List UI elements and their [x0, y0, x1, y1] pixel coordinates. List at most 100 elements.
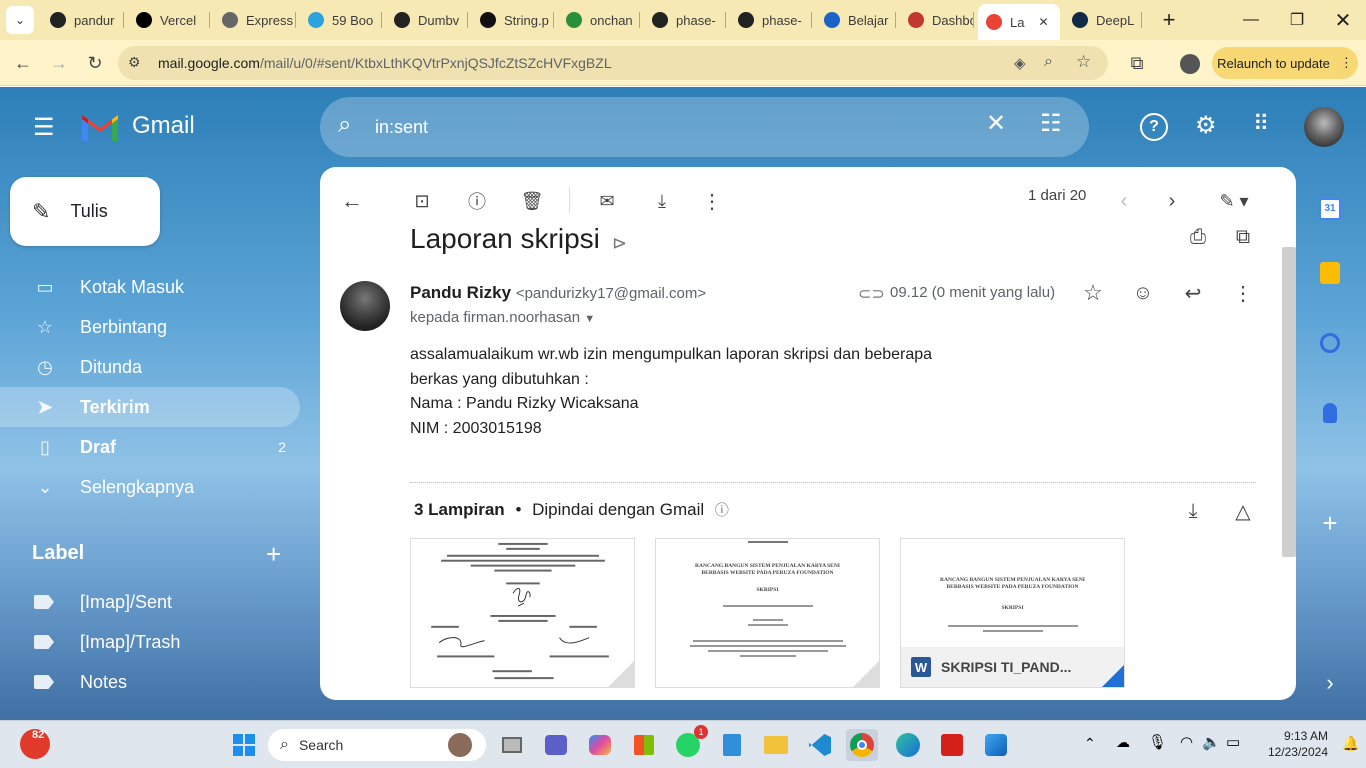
- scrollbar[interactable]: [1282, 247, 1296, 557]
- browser-tab-13[interactable]: DeepL: [1064, 4, 1142, 36]
- forward-icon[interactable]: →: [44, 48, 74, 78]
- search-bar[interactable]: ⌕ in:sent ✕ ☷: [320, 97, 1089, 157]
- chrome-icon[interactable]: [846, 729, 878, 761]
- compose-button[interactable]: ✎ Tulis: [10, 177, 160, 246]
- sender-name[interactable]: Pandu Rizky: [410, 283, 511, 302]
- input-tools-icon[interactable]: ✎ ▾: [1204, 183, 1264, 219]
- info-icon[interactable]: ⓘ: [715, 502, 729, 518]
- address-bar[interactable]: ⚙ mail.google.com/mail/u/0/#sent/KtbxLth…: [118, 46, 1108, 80]
- sender-avatar[interactable]: [340, 281, 390, 331]
- task-view-icon[interactable]: [496, 729, 528, 761]
- windows-start-icon[interactable]: [228, 729, 260, 761]
- notepad-icon[interactable]: [716, 729, 748, 761]
- clock[interactable]: 9:13 AM 12/23/2024: [1258, 728, 1328, 760]
- battery-icon[interactable]: ▭: [1226, 733, 1240, 751]
- vscode-icon[interactable]: [804, 729, 836, 761]
- photos-icon[interactable]: [980, 729, 1012, 761]
- emoji-reaction-icon[interactable]: ☺: [1125, 275, 1161, 311]
- add-label-button[interactable]: +: [266, 539, 281, 570]
- copilot-icon[interactable]: [584, 729, 616, 761]
- reload-icon[interactable]: ↻: [80, 48, 110, 78]
- delete-icon[interactable]: 🗑: [514, 183, 550, 219]
- acrobat-icon[interactable]: [936, 729, 968, 761]
- zoom-icon[interactable]: ⌕: [1044, 53, 1053, 71]
- newer-icon[interactable]: ‹: [1106, 183, 1142, 219]
- browser-tab-2[interactable]: Vercel: [128, 4, 210, 36]
- extensions-icon[interactable]: ⧉: [1122, 48, 1152, 78]
- save-to-drive-icon[interactable]: △: [1225, 493, 1261, 529]
- browser-tab-11[interactable]: Dashbo: [900, 4, 974, 36]
- browser-tab-1[interactable]: pandur: [42, 4, 124, 36]
- nav-item-4[interactable]: ➤ Terkirim: [0, 387, 300, 427]
- older-icon[interactable]: ›: [1154, 183, 1190, 219]
- back-to-list-icon[interactable]: ←: [334, 183, 370, 219]
- close-window-button[interactable]: ✕: [1320, 0, 1366, 40]
- minimize-button[interactable]: —: [1228, 0, 1274, 40]
- search-options-icon[interactable]: ☷: [1040, 109, 1062, 138]
- taskbar-search[interactable]: ⌕ Search: [268, 729, 486, 761]
- browser-tab-12[interactable]: La ✕: [978, 4, 1060, 40]
- teams-icon[interactable]: [540, 729, 572, 761]
- cloud-offline-icon[interactable]: ☁: [1116, 734, 1130, 751]
- profile-avatar[interactable]: [1180, 54, 1200, 74]
- bookmark-star-icon[interactable]: ☆: [1076, 52, 1091, 72]
- new-tab-button[interactable]: +: [1146, 0, 1192, 40]
- settings-gear-icon[interactable]: ⚙: [1195, 111, 1217, 140]
- keep-icon[interactable]: [1310, 253, 1350, 293]
- browser-tab-10[interactable]: Belajar: [816, 4, 896, 36]
- more-actions-icon[interactable]: ⋮: [694, 183, 730, 219]
- print-icon[interactable]: ⎙: [1180, 219, 1216, 255]
- add-addon-icon[interactable]: +: [1310, 503, 1350, 543]
- calendar-icon[interactable]: 31: [1310, 189, 1350, 229]
- relaunch-button[interactable]: Relaunch to update ⋮: [1212, 47, 1358, 79]
- archive-icon[interactable]: ⊡: [404, 183, 440, 219]
- recipient-details-icon[interactable]: ▼: [584, 313, 595, 325]
- nav-item-5[interactable]: ▯ Draf 2: [0, 427, 300, 467]
- label-item[interactable]: Notes: [34, 662, 127, 702]
- gmail-logo[interactable]: Gmail: [80, 111, 195, 141]
- back-icon[interactable]: ←: [8, 48, 38, 78]
- site-info-icon[interactable]: ⚙: [128, 54, 141, 71]
- mark-unread-icon[interactable]: ✉: [589, 183, 625, 219]
- show-side-panel-icon[interactable]: ›: [1310, 663, 1350, 703]
- volume-icon[interactable]: 🔈: [1202, 733, 1221, 751]
- whatsapp-icon[interactable]: 1: [672, 725, 708, 761]
- tasks-icon[interactable]: [1310, 323, 1350, 363]
- store-icon[interactable]: [628, 729, 660, 761]
- wifi-icon[interactable]: ◠: [1180, 733, 1193, 751]
- browser-tab-6[interactable]: String.p: [472, 4, 554, 36]
- browser-tab-9[interactable]: phase-: [730, 4, 812, 36]
- open-new-window-icon[interactable]: ⧉: [1225, 219, 1261, 255]
- label-item[interactable]: [Imap]/Sent: [34, 582, 172, 622]
- nav-item-1[interactable]: ▭ Kotak Masuk: [0, 267, 300, 307]
- show-hidden-icons[interactable]: ⌃: [1084, 735, 1096, 752]
- file-explorer-icon[interactable]: [760, 729, 792, 761]
- attachment-thumbnail-3[interactable]: RANCANG BANGUN SISTEM PENJUALAN KARYA SE…: [900, 538, 1125, 688]
- message-more-icon[interactable]: ⋮: [1225, 275, 1261, 311]
- reply-icon[interactable]: ↩: [1175, 275, 1211, 311]
- move-to-icon[interactable]: ⤓: [644, 183, 680, 219]
- search-input[interactable]: in:sent: [375, 117, 428, 138]
- clear-search-icon[interactable]: ✕: [986, 109, 1006, 138]
- notifications-icon[interactable]: 🔔: [1342, 735, 1359, 752]
- contacts-icon[interactable]: [1310, 393, 1350, 433]
- help-icon[interactable]: ?: [1140, 113, 1168, 141]
- download-all-icon[interactable]: ⤓: [1175, 493, 1211, 529]
- attachment-thumbnail-1[interactable]: [410, 538, 635, 688]
- account-avatar[interactable]: [1304, 107, 1344, 147]
- nav-item-6[interactable]: ⌄ Selengkapnya: [0, 467, 300, 507]
- report-spam-icon[interactable]: ⓘ: [459, 183, 495, 219]
- label-item[interactable]: [Imap]/Trash: [34, 622, 180, 662]
- attachment-thumbnail-2[interactable]: RANCANG BANGUN SISTEM PENJUALAN KARYA SE…: [655, 538, 880, 688]
- nav-item-3[interactable]: ◷ Ditunda: [0, 347, 300, 387]
- install-app-icon[interactable]: ◈: [1014, 54, 1026, 72]
- browser-tab-5[interactable]: Dumbv: [386, 4, 468, 36]
- browser-tab-7[interactable]: onchan: [558, 4, 640, 36]
- restore-button[interactable]: ❐: [1274, 0, 1320, 40]
- close-tab-icon[interactable]: ✕: [1038, 15, 1048, 29]
- apps-grid-icon[interactable]: ⠿: [1253, 111, 1269, 137]
- browser-tab-4[interactable]: 59 Boo: [300, 4, 382, 36]
- browser-tab-8[interactable]: phase-: [644, 4, 726, 36]
- star-icon[interactable]: ☆: [1075, 275, 1111, 311]
- microphone-icon[interactable]: 🎙: [1148, 733, 1167, 751]
